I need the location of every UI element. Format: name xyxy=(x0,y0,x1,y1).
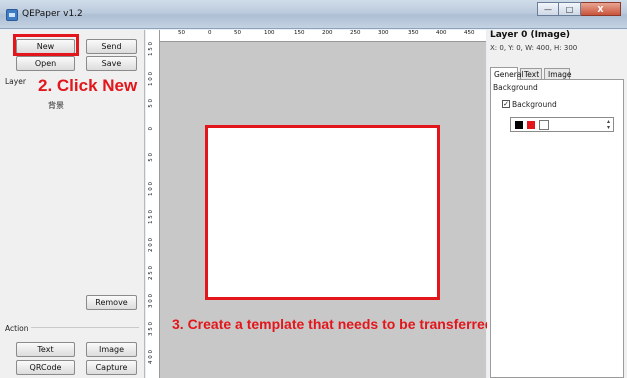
tab-general[interactable]: General xyxy=(490,67,524,80)
ruler-left-tick: 1 0 0 xyxy=(148,182,154,196)
app-icon xyxy=(6,9,18,21)
window-controls: — □ X xyxy=(537,2,621,16)
ruler-left-tick: 1 5 0 xyxy=(148,42,154,56)
ruler-top-tick: 450 xyxy=(464,30,475,36)
remove-button[interactable]: Remove xyxy=(86,295,137,310)
white-color-swatch[interactable] xyxy=(539,120,549,130)
layer-item[interactable]: 背景 xyxy=(48,100,64,111)
maximize-button[interactable]: □ xyxy=(559,2,581,16)
text-button[interactable]: Text xyxy=(16,342,75,357)
action-group-label: Action xyxy=(5,324,31,333)
black-color-swatch[interactable] xyxy=(515,121,523,129)
red-color-swatch[interactable] xyxy=(527,121,535,129)
click-new-annotation: 2. Click New xyxy=(38,76,138,95)
ruler-left-tick: 2 5 0 xyxy=(148,266,154,280)
minimize-button[interactable]: — xyxy=(537,2,559,16)
ruler-left-tick: 3 5 0 xyxy=(148,322,154,336)
ruler-top-tick: 50 xyxy=(234,30,241,36)
layer-info: X: 0, Y: 0, W: 400, H: 300 xyxy=(490,44,578,52)
save-button[interactable]: Save xyxy=(86,56,137,71)
open-button[interactable]: Open xyxy=(16,56,75,71)
background-checkbox[interactable]: ✓ xyxy=(502,100,510,108)
ruler-top-tick: 300 xyxy=(378,30,389,36)
ruler-left-tick: 5 0 xyxy=(148,99,154,108)
ruler-top-tick: 350 xyxy=(408,30,419,36)
ruler-top: 50 0 50 100 150 200 250 300 350 400 450 xyxy=(160,30,486,42)
ruler-left-tick: 3 0 0 xyxy=(148,294,154,308)
template-highlight xyxy=(205,125,440,300)
ruler-top-tick: 200 xyxy=(322,30,333,36)
qrcode-button[interactable]: QRCode xyxy=(16,360,75,375)
ruler-top-tick: 50 xyxy=(178,30,185,36)
right-panel: Layer 0 (Image) X: 0, Y: 0, W: 400, H: 3… xyxy=(487,30,627,378)
ruler-left: 1 5 0 1 0 0 5 0 0 5 0 1 0 0 1 5 0 2 0 0 … xyxy=(146,30,160,378)
ruler-top-tick: 150 xyxy=(294,30,305,36)
layer-title: Layer 0 (Image) xyxy=(490,30,571,40)
capture-button[interactable]: Capture xyxy=(86,360,137,375)
ruler-left-tick: 1 5 0 xyxy=(148,210,154,224)
ruler-top-tick: 250 xyxy=(350,30,361,36)
create-template-annotation: 3. Create a template that needs to be tr… xyxy=(172,316,494,332)
general-tab-panel: Background ✓ Background ▴ ▾ xyxy=(490,79,624,378)
title-bar: QEPaper v1.2 — □ X xyxy=(0,0,627,29)
image-button[interactable]: Image xyxy=(86,342,137,357)
ruler-top-tick: 400 xyxy=(436,30,447,36)
new-button-highlight xyxy=(13,34,79,56)
ruler-top-tick: 0 xyxy=(208,30,212,36)
spinner-arrows-icon[interactable]: ▴ ▾ xyxy=(607,119,610,131)
background-group-label: Background xyxy=(493,83,538,92)
background-checkbox-label: Background xyxy=(512,100,557,109)
layer-list[interactable]: 背景 xyxy=(5,78,139,283)
ruler-left-tick: 0 xyxy=(148,127,154,131)
ruler-left-tick: 1 0 0 xyxy=(148,72,154,86)
ruler-left-tick: 4 0 0 xyxy=(148,350,154,364)
ruler-left-tick: 5 0 xyxy=(148,153,154,162)
background-color-selector[interactable]: ▴ ▾ xyxy=(510,117,614,132)
close-button[interactable]: X xyxy=(581,2,621,16)
ruler-left-tick: 2 0 0 xyxy=(148,238,154,252)
send-button[interactable]: Send xyxy=(86,39,137,54)
ruler-top-tick: 100 xyxy=(264,30,275,36)
window-title: QEPaper v1.2 xyxy=(22,9,83,19)
